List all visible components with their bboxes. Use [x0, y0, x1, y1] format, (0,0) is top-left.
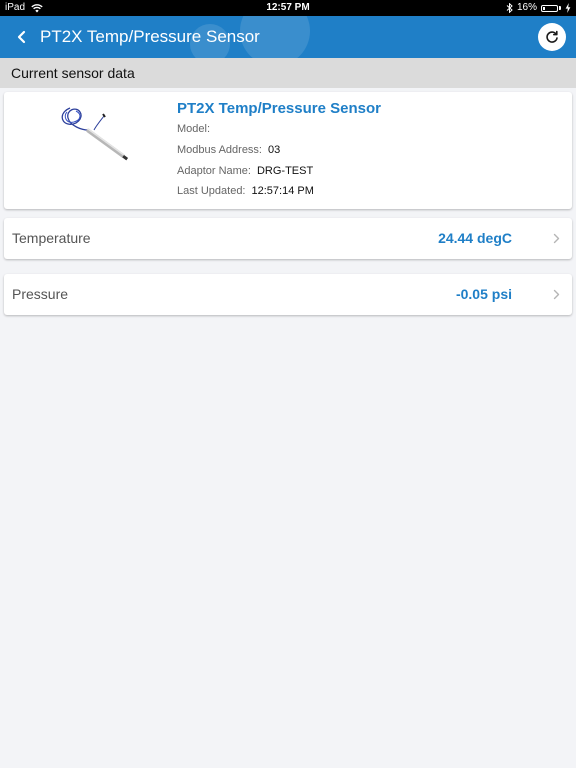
battery-percent: 16%: [516, 2, 537, 13]
temperature-row[interactable]: Temperature 24.44 degC: [4, 218, 572, 259]
bluetooth-icon: [506, 3, 513, 13]
modbus-address-label: Modbus Address:: [177, 144, 262, 156]
last-updated-row: Last Updated: 12:57:14 PM: [177, 185, 314, 197]
last-updated-value: 12:57:14 PM: [251, 185, 314, 197]
pressure-value: -0.05 psi: [455, 286, 512, 302]
section-header: Current sensor data: [0, 58, 576, 88]
pressure-label: Pressure: [12, 286, 69, 302]
temperature-value: 24.44 degC: [438, 230, 512, 246]
battery-fill: [543, 6, 546, 10]
battery-icon: [541, 4, 558, 12]
sensor-name: PT2X Temp/Pressure Sensor: [177, 100, 381, 117]
pressure-row[interactable]: Pressure -0.05 psi: [4, 274, 572, 315]
temperature-label: Temperature: [12, 230, 91, 246]
sensor-probe-image: [61, 107, 129, 161]
refresh-button[interactable]: [538, 23, 566, 51]
modbus-address-value: 03: [268, 144, 281, 156]
nav-bar: PT2X Temp/Pressure Sensor: [0, 16, 576, 58]
model-row: Model:: [177, 123, 216, 135]
adaptor-name-row: Adaptor Name: DRG-TEST: [177, 165, 313, 177]
chevron-right-icon: [553, 289, 560, 300]
last-updated-label: Last Updated:: [177, 185, 246, 197]
adaptor-name-label: Adaptor Name:: [177, 165, 251, 177]
status-time: 12:57 PM: [266, 2, 310, 13]
status-right: 16%: [506, 0, 571, 16]
charging-bolt-icon: [565, 3, 571, 13]
model-label: Model:: [177, 123, 211, 135]
chevron-right-icon: [553, 233, 560, 244]
sensor-info-card: PT2X Temp/Pressure Sensor Model: Modbus …: [4, 92, 572, 209]
chevron-left-icon[interactable]: [14, 26, 32, 48]
modbus-address-row: Modbus Address: 03: [177, 144, 280, 156]
refresh-icon: [546, 30, 558, 43]
page-title: PT2X Temp/Pressure Sensor: [40, 27, 260, 46]
battery-tip: [559, 6, 561, 10]
adaptor-name-value: DRG-TEST: [256, 165, 314, 177]
status-bar: iPad 12:57 PM 16%: [0, 0, 576, 16]
